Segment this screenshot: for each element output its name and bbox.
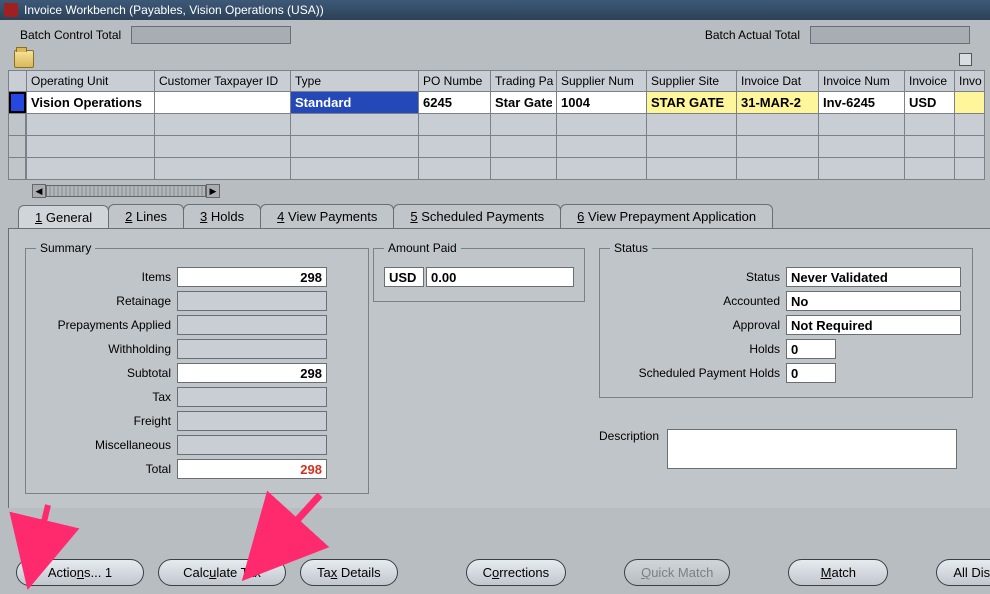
window-title: Invoice Workbench (Payables, Vision Oper… — [24, 3, 324, 17]
batch-actual-value — [810, 26, 970, 44]
cell-invoice-num[interactable] — [819, 92, 904, 113]
tabstrip: 1 General 2 Lines 3 Holds 4 View Payment… — [0, 204, 990, 228]
withholding-field[interactable] — [177, 339, 327, 359]
description-block: Description — [599, 429, 957, 469]
cell-operating-unit[interactable] — [27, 92, 154, 113]
batch-row: Batch Control Total Batch Actual Total — [0, 20, 990, 46]
button-bar: Actions... 1 Calculate Tax Tax Details C… — [0, 559, 990, 586]
batch-actual-label: Batch Actual Total — [705, 28, 800, 42]
col-trading-partner[interactable]: Trading Pa — [491, 71, 557, 92]
col-invoice-date[interactable]: Invoice Dat — [737, 71, 819, 92]
window-titlebar: Invoice Workbench (Payables, Vision Oper… — [0, 0, 990, 20]
invoice-row-blank[interactable] — [9, 158, 985, 180]
amount-paid-legend: Amount Paid — [384, 241, 461, 255]
invoice-grid: Operating Unit Customer Taxpayer ID Type… — [8, 70, 982, 180]
scroll-right-icon[interactable]: ▶ — [206, 184, 220, 198]
col-operating-unit[interactable]: Operating Unit — [27, 71, 155, 92]
tab-lines[interactable]: 2 Lines — [108, 204, 184, 228]
cell-invoice-tail[interactable] — [955, 92, 984, 113]
accounted-field[interactable] — [786, 291, 961, 311]
cell-supplier-num[interactable] — [557, 92, 646, 113]
col-supplier-site[interactable]: Supplier Site — [647, 71, 737, 92]
retainage-field[interactable] — [177, 291, 327, 311]
scroll-left-icon[interactable]: ◀ — [32, 184, 46, 198]
col-customer-taxpayer[interactable]: Customer Taxpayer ID — [155, 71, 291, 92]
amount-currency[interactable] — [384, 267, 424, 287]
actions-button[interactable]: Actions... 1 — [16, 559, 144, 586]
cell-type[interactable] — [291, 92, 418, 113]
misc-field[interactable] — [177, 435, 327, 455]
status-legend: Status — [610, 241, 652, 255]
status-fieldset: Status Status Accounted Approval Holds S… — [599, 241, 973, 398]
quick-match-button: Quick Match — [624, 559, 730, 586]
subtotal-field[interactable] — [177, 363, 327, 383]
col-invoice-tail[interactable]: Invo — [955, 71, 985, 92]
col-po-number[interactable]: PO Numbe — [419, 71, 491, 92]
folder-toolbar — [0, 46, 990, 70]
cell-invoice-date[interactable] — [737, 92, 818, 113]
col-invoice-num[interactable]: Invoice Num — [819, 71, 905, 92]
summary-legend: Summary — [36, 241, 95, 255]
col-invoice-curr[interactable]: Invoice — [905, 71, 955, 92]
invoice-row-blank[interactable] — [9, 136, 985, 158]
status-field[interactable] — [786, 267, 961, 287]
grid-checkbox[interactable] — [959, 53, 972, 66]
row-selector[interactable] — [9, 92, 26, 113]
freight-field[interactable] — [177, 411, 327, 431]
total-field[interactable] — [177, 459, 327, 479]
cell-po-number[interactable] — [419, 92, 490, 113]
invoice-row-blank[interactable] — [9, 114, 985, 136]
tax-field[interactable] — [177, 387, 327, 407]
cell-trading-partner[interactable] — [491, 92, 556, 113]
tab-view-prepayment[interactable]: 6 View Prepayment Application — [560, 204, 773, 228]
holds-field[interactable] — [786, 339, 836, 359]
batch-control-value — [131, 26, 291, 44]
folder-open-icon[interactable] — [14, 50, 34, 68]
tab-holds[interactable]: 3 Holds — [183, 204, 261, 228]
col-supplier-num[interactable]: Supplier Num — [557, 71, 647, 92]
grid-horizontal-scrollbar[interactable]: ◀ ▶ — [32, 184, 982, 198]
corrections-button[interactable]: Corrections — [466, 559, 566, 586]
cell-customer-taxpayer[interactable] — [155, 92, 290, 113]
tab-view-payments[interactable]: 4 View Payments — [260, 204, 394, 228]
scroll-track[interactable] — [46, 185, 206, 197]
match-button[interactable]: Match — [788, 559, 888, 586]
calculate-tax-button[interactable]: Calculate Tax — [158, 559, 286, 586]
invoice-row-1[interactable] — [9, 92, 985, 114]
cell-invoice-curr[interactable] — [905, 92, 954, 113]
items-field[interactable] — [177, 267, 327, 287]
description-field[interactable] — [667, 429, 957, 469]
tab-general[interactable]: 1 General — [18, 205, 109, 229]
prepayments-field[interactable] — [177, 315, 327, 335]
col-type[interactable]: Type — [291, 71, 419, 92]
scheduled-payment-holds-field[interactable] — [786, 363, 836, 383]
all-distributions-button[interactable]: All Distributions — [936, 559, 990, 586]
grid-header-row: Operating Unit Customer Taxpayer ID Type… — [9, 71, 985, 92]
tax-details-button[interactable]: Tax Details — [300, 559, 398, 586]
tab-scheduled-payments[interactable]: 5 Scheduled Payments — [393, 204, 561, 228]
summary-fieldset: Summary Items Retainage Prepayments Appl… — [25, 241, 369, 494]
batch-control-label: Batch Control Total — [20, 28, 121, 42]
amount-paid-fieldset: Amount Paid — [373, 241, 585, 302]
amount-value[interactable] — [426, 267, 574, 287]
approval-field[interactable] — [786, 315, 961, 335]
cell-supplier-site[interactable] — [647, 92, 736, 113]
general-panel: Summary Items Retainage Prepayments Appl… — [8, 228, 990, 508]
description-label: Description — [599, 429, 659, 469]
